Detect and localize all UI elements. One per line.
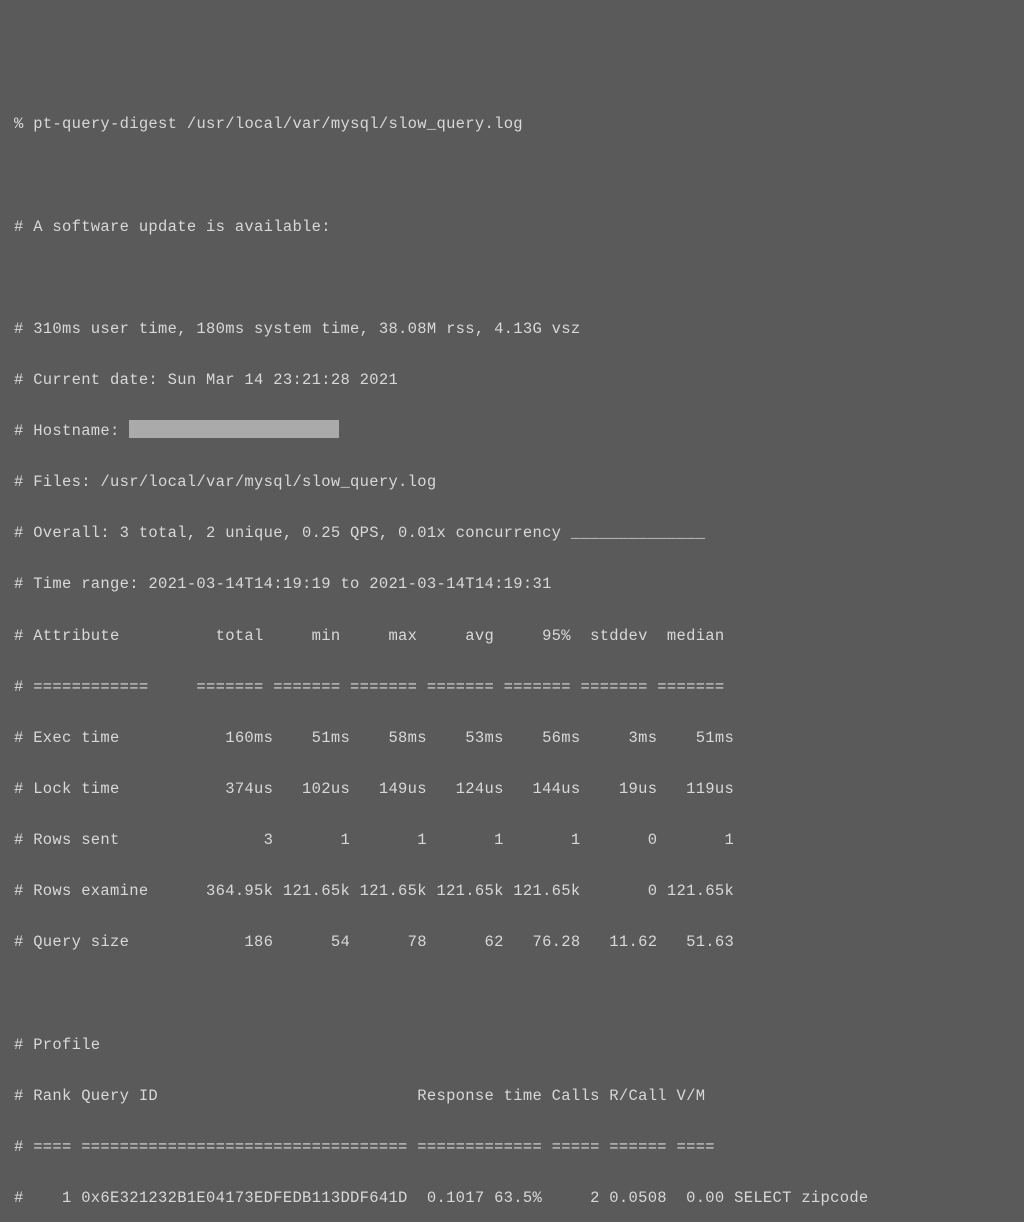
hostname-redacted [129, 420, 339, 438]
command-text: pt-query-digest /usr/local/var/mysql/slo… [33, 115, 523, 133]
profile-columns: # Rank Query ID Response time Calls R/Ca… [14, 1084, 1010, 1110]
row-rows-examine: # Rows examine 364.95k 121.65k 121.65k 1… [14, 879, 1010, 905]
profile-divider: # ==== =================================… [14, 1135, 1010, 1161]
time-range-line: # Time range: 2021-03-14T14:19:19 to 202… [14, 572, 1010, 598]
row-lock-time: # Lock time 374us 102us 149us 124us 144u… [14, 777, 1010, 803]
row-query-size: # Query size 186 54 78 62 76.28 11.62 51… [14, 930, 1010, 956]
profile-header: # Profile [14, 1033, 1010, 1059]
profile-row-1: # 1 0x6E321232B1E04173EDFEDB113DDF641D 0… [14, 1186, 1010, 1212]
timing-info: # 310ms user time, 180ms system time, 38… [14, 317, 1010, 343]
blank-line [14, 163, 1010, 189]
current-date: # Current date: Sun Mar 14 23:21:28 2021 [14, 368, 1010, 394]
attr-header: # Attribute total min max avg 95% stddev… [14, 624, 1010, 650]
command-line: % pt-query-digest /usr/local/var/mysql/s… [14, 112, 1010, 138]
blank-line [14, 981, 1010, 1007]
row-exec-time: # Exec time 160ms 51ms 58ms 53ms 56ms 3m… [14, 726, 1010, 752]
overall-line: # Overall: 3 total, 2 unique, 0.25 QPS, … [14, 521, 1010, 547]
hostname-line: # Hostname: [14, 419, 1010, 445]
blank-line [14, 266, 1010, 292]
row-rows-sent: # Rows sent 3 1 1 1 1 0 1 [14, 828, 1010, 854]
update-notice: # A software update is available: [14, 215, 1010, 241]
attr-divider: # ============ ======= ======= ======= =… [14, 675, 1010, 701]
hostname-label: # Hostname: [14, 422, 129, 440]
files-line: # Files: /usr/local/var/mysql/slow_query… [14, 470, 1010, 496]
prompt-symbol: % [14, 115, 24, 133]
